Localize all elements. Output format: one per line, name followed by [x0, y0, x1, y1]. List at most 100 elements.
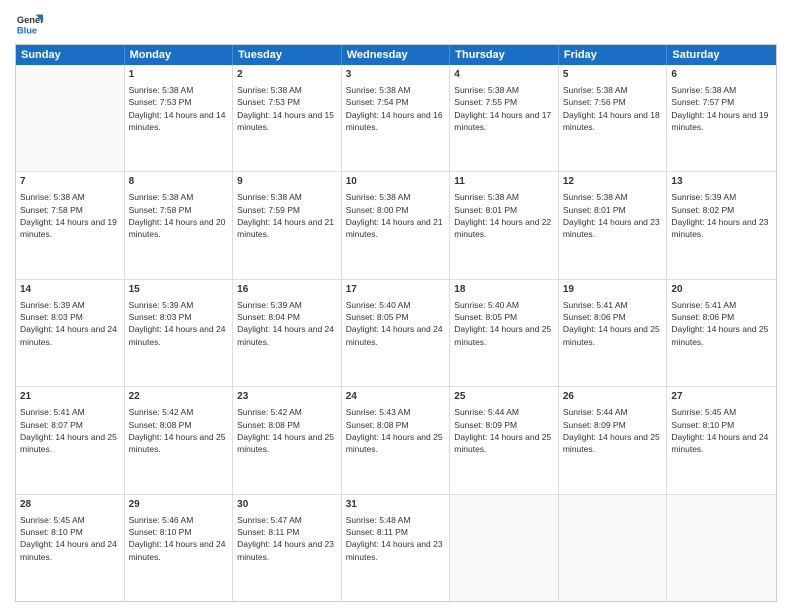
day-number: 12 [563, 175, 663, 189]
day-number: 30 [237, 498, 337, 512]
header-cell-wednesday: Wednesday [342, 45, 451, 65]
day-cell-3: 3 Sunrise: 5:38 AMSunset: 7:54 PMDaylight… [342, 65, 451, 171]
svg-text:Blue: Blue [17, 25, 37, 35]
cell-details: Sunrise: 5:42 AMSunset: 8:08 PMDaylight:… [129, 406, 229, 455]
day-number: 4 [454, 68, 554, 82]
day-number: 18 [454, 283, 554, 297]
empty-cell [559, 495, 668, 601]
cell-details: Sunrise: 5:41 AMSunset: 8:07 PMDaylight:… [20, 406, 120, 455]
day-cell-17: 17 Sunrise: 5:40 AMSunset: 8:05 PMDayligh… [342, 280, 451, 386]
day-cell-29: 29Sunrise: 5:46 AMSunset: 8:10 PMDayligh… [125, 495, 234, 601]
day-cell-12: 12 Sunrise: 5:38 AMSunset: 8:01 PMDayligh… [559, 172, 668, 278]
header-cell-friday: Friday [559, 45, 668, 65]
day-cell-10: 10 Sunrise: 5:38 AMSunset: 8:00 PMDayligh… [342, 172, 451, 278]
day-number: 17 [346, 283, 446, 297]
cell-details: Sunrise: 5:38 AMSunset: 7:55 PMDaylight:… [454, 84, 554, 133]
day-number: 31 [346, 498, 446, 512]
cell-details: Sunrise: 5:39 AMSunset: 8:02 PMDaylight:… [671, 191, 772, 240]
header-cell-tuesday: Tuesday [233, 45, 342, 65]
cell-details: Sunrise: 5:38 AMSunset: 8:00 PMDaylight:… [346, 191, 446, 240]
day-cell-1: 1 Sunrise: 5:38 AMSunset: 7:53 PMDaylight… [125, 65, 234, 171]
calendar: SundayMondayTuesdayWednesdayThursdayFrid… [15, 44, 777, 602]
cell-details: Sunrise: 5:45 AMSunset: 8:10 PMDaylight:… [671, 406, 772, 455]
day-number: 7 [20, 175, 120, 189]
day-number: 24 [346, 390, 446, 404]
day-cell-30: 30Sunrise: 5:47 AMSunset: 8:11 PMDayligh… [233, 495, 342, 601]
cell-details: Sunrise: 5:45 AMSunset: 8:10 PMDaylight:… [20, 514, 120, 563]
calendar-header-row: SundayMondayTuesdayWednesdayThursdayFrid… [16, 45, 776, 65]
day-number: 14 [20, 283, 120, 297]
header-cell-saturday: Saturday [667, 45, 776, 65]
day-number: 27 [671, 390, 772, 404]
day-number: 16 [237, 283, 337, 297]
day-number: 20 [671, 283, 772, 297]
day-cell-16: 16 Sunrise: 5:39 AMSunset: 8:04 PMDayligh… [233, 280, 342, 386]
cell-details: Sunrise: 5:43 AMSunset: 8:08 PMDaylight:… [346, 406, 446, 455]
day-number: 1 [129, 68, 229, 82]
cell-details: Sunrise: 5:46 AMSunset: 8:10 PMDaylight:… [129, 514, 229, 563]
calendar-week-5: 28 Sunrise: 5:45 AMSunset: 8:10 PMDayligh… [16, 494, 776, 601]
logo-icon: General Blue [15, 10, 43, 38]
calendar-week-3: 14 Sunrise: 5:39 AMSunset: 8:03 PMDayligh… [16, 279, 776, 386]
day-number: 11 [454, 175, 554, 189]
day-cell-23: 23 Sunrise: 5:42 AMSunset: 8:08 PMDayligh… [233, 387, 342, 493]
day-cell-22: 22 Sunrise: 5:42 AMSunset: 8:08 PMDayligh… [125, 387, 234, 493]
day-cell-21: 21 Sunrise: 5:41 AMSunset: 8:07 PMDayligh… [16, 387, 125, 493]
day-number: 26 [563, 390, 663, 404]
cell-details: Sunrise: 5:38 AMSunset: 7:54 PMDaylight:… [346, 84, 446, 133]
cell-details: Sunrise: 5:41 AMSunset: 8:06 PMDaylight:… [671, 299, 772, 348]
day-cell-24: 24 Sunrise: 5:43 AMSunset: 8:08 PMDayligh… [342, 387, 451, 493]
calendar-week-2: 7 Sunrise: 5:38 AMSunset: 7:58 PMDaylight… [16, 171, 776, 278]
cell-details: Sunrise: 5:38 AMSunset: 7:57 PMDaylight:… [671, 84, 772, 133]
day-number: 15 [129, 283, 229, 297]
day-number: 8 [129, 175, 229, 189]
cell-details: Sunrise: 5:38 AMSunset: 7:58 PMDaylight:… [20, 191, 120, 240]
header-cell-sunday: Sunday [16, 45, 125, 65]
day-number: 6 [671, 68, 772, 82]
day-number: 23 [237, 390, 337, 404]
cell-details: Sunrise: 5:38 AMSunset: 7:58 PMDaylight:… [129, 191, 229, 240]
day-number: 5 [563, 68, 663, 82]
cell-details: Sunrise: 5:39 AMSunset: 8:03 PMDaylight:… [20, 299, 120, 348]
day-number: 2 [237, 68, 337, 82]
day-cell-28: 28 Sunrise: 5:45 AMSunset: 8:10 PMDayligh… [16, 495, 125, 601]
cell-details: Sunrise: 5:38 AMSunset: 7:53 PMDaylight:… [129, 84, 229, 133]
day-cell-15: 15 Sunrise: 5:39 AMSunset: 8:03 PMDayligh… [125, 280, 234, 386]
day-cell-13: 13 Sunrise: 5:39 AMSunset: 8:02 PMDayligh… [667, 172, 776, 278]
cell-details: Sunrise: 5:38 AMSunset: 7:59 PMDaylight:… [237, 191, 337, 240]
day-cell-20: 20 Sunrise: 5:41 AMSunset: 8:06 PMDayligh… [667, 280, 776, 386]
calendar-body: 1 Sunrise: 5:38 AMSunset: 7:53 PMDaylight… [16, 65, 776, 601]
day-cell-2: 2Sunrise: 5:38 AMSunset: 7:53 PMDaylight… [233, 65, 342, 171]
cell-details: Sunrise: 5:38 AMSunset: 8:01 PMDaylight:… [454, 191, 554, 240]
empty-cell [450, 495, 559, 601]
day-cell-7: 7 Sunrise: 5:38 AMSunset: 7:58 PMDaylight… [16, 172, 125, 278]
day-cell-18: 18Sunrise: 5:40 AMSunset: 8:05 PMDayligh… [450, 280, 559, 386]
day-cell-14: 14 Sunrise: 5:39 AMSunset: 8:03 PMDayligh… [16, 280, 125, 386]
cell-details: Sunrise: 5:40 AMSunset: 8:05 PMDaylight:… [346, 299, 446, 348]
cell-details: Sunrise: 5:44 AMSunset: 8:09 PMDaylight:… [454, 406, 554, 455]
cell-details: Sunrise: 5:38 AMSunset: 8:01 PMDaylight:… [563, 191, 663, 240]
day-number: 28 [20, 498, 120, 512]
day-number: 22 [129, 390, 229, 404]
day-number: 19 [563, 283, 663, 297]
header-cell-thursday: Thursday [450, 45, 559, 65]
day-number: 21 [20, 390, 120, 404]
cell-details: Sunrise: 5:42 AMSunset: 8:08 PMDaylight:… [237, 406, 337, 455]
cell-details: Sunrise: 5:39 AMSunset: 8:04 PMDaylight:… [237, 299, 337, 348]
day-number: 10 [346, 175, 446, 189]
logo: General Blue [15, 10, 47, 38]
calendar-week-4: 21 Sunrise: 5:41 AMSunset: 8:07 PMDayligh… [16, 386, 776, 493]
cell-details: Sunrise: 5:41 AMSunset: 8:06 PMDaylight:… [563, 299, 663, 348]
day-cell-27: 27 Sunrise: 5:45 AMSunset: 8:10 PMDayligh… [667, 387, 776, 493]
cell-details: Sunrise: 5:39 AMSunset: 8:03 PMDaylight:… [129, 299, 229, 348]
empty-cell [667, 495, 776, 601]
day-cell-6: 6 Sunrise: 5:38 AMSunset: 7:57 PMDaylight… [667, 65, 776, 171]
day-number: 13 [671, 175, 772, 189]
day-number: 3 [346, 68, 446, 82]
day-cell-5: 5Sunrise: 5:38 AMSunset: 7:56 PMDaylight… [559, 65, 668, 171]
day-cell-26: 26Sunrise: 5:44 AMSunset: 8:09 PMDayligh… [559, 387, 668, 493]
day-number: 9 [237, 175, 337, 189]
day-cell-19: 19 Sunrise: 5:41 AMSunset: 8:06 PMDayligh… [559, 280, 668, 386]
day-cell-9: 9 Sunrise: 5:38 AMSunset: 7:59 PMDaylight… [233, 172, 342, 278]
day-cell-4: 4 Sunrise: 5:38 AMSunset: 7:55 PMDaylight… [450, 65, 559, 171]
